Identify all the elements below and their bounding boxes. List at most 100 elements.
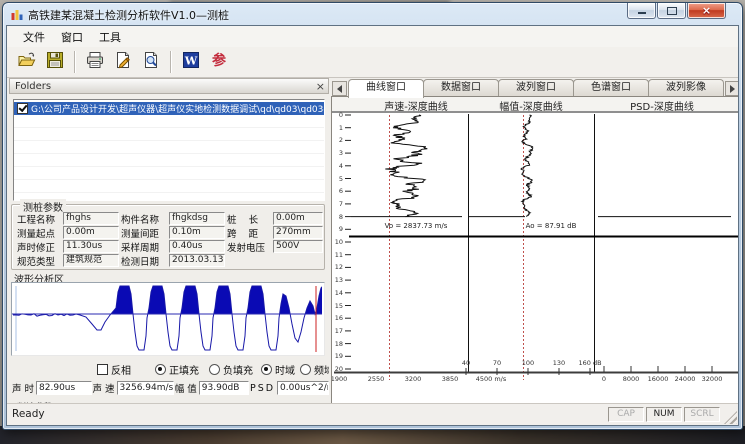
- minimize-icon: [638, 12, 646, 14]
- y-axis-label: 1: [332, 124, 343, 132]
- indicator-scrl: SCRL: [684, 407, 720, 422]
- param-field[interactable]: fhgkdsg: [169, 212, 225, 225]
- param-field[interactable]: 0.40us: [169, 240, 225, 253]
- param-field[interactable]: 11.30us: [63, 240, 119, 253]
- reading-label: 声 时: [12, 381, 34, 395]
- reading-label: 幅 值: [175, 381, 197, 395]
- folders-panel-title: Folders: [15, 81, 51, 92]
- print-icon: [85, 50, 105, 74]
- menu-item-1[interactable]: 窗口: [53, 27, 91, 47]
- maximize-button[interactable]: [657, 3, 686, 19]
- tab-2[interactable]: 波列窗口: [498, 79, 574, 96]
- tab-scroll-left-button[interactable]: [332, 81, 347, 96]
- svg-text:参: 参: [212, 52, 227, 69]
- param-field[interactable]: 2013.03.13: [169, 254, 225, 267]
- minimize-button[interactable]: [627, 3, 656, 19]
- folders-list[interactable]: G:\公司产品设计开发\超声仪器\超声仪实地检测数据调试\qd\qd03\qd0…: [13, 99, 325, 201]
- param-field[interactable]: 0.00m: [63, 226, 119, 239]
- radio-time-domain[interactable]: 时域: [261, 362, 295, 377]
- x-axis-label: 16000: [648, 375, 669, 383]
- pile-params-groupbox: 测桩参数 工程名称fhghs构件名称fhgkdsg桩 长0.00m测量起点0.0…: [11, 204, 325, 270]
- chart-panel: 曲线窗口数据窗口波列窗口色谱窗口波列影像 声速-深度曲线幅值-深度曲线PSD-深…: [331, 78, 739, 408]
- print-preview-button[interactable]: [137, 48, 165, 76]
- word-export-icon: W: [181, 50, 201, 74]
- save-button[interactable]: [41, 48, 69, 76]
- invert-checkbox[interactable]: 反相: [97, 362, 131, 377]
- radio-fill-positive[interactable]: 正填充: [155, 362, 199, 377]
- statusbar: Ready CAPNUMSCRL: [7, 403, 738, 425]
- menu-item-0[interactable]: 文件: [15, 27, 53, 47]
- y-axis-label: 19: [332, 352, 343, 360]
- waveform-canvas[interactable]: [11, 282, 325, 356]
- folder-checkbox[interactable]: [17, 103, 28, 114]
- x-axis-label: 24000: [675, 375, 696, 383]
- reading-field[interactable]: 93.90dB: [199, 381, 249, 395]
- pile-params-grid: 工程名称fhghs构件名称fhgkdsg桩 长0.00m测量起点0.00m测量间…: [17, 212, 323, 267]
- print-button[interactable]: [81, 48, 109, 76]
- chart-area[interactable]: 0123456789101112131415161718192019002550…: [332, 113, 739, 405]
- params-button[interactable]: 参: [205, 48, 233, 76]
- folders-panel-header[interactable]: Folders ×: [9, 78, 329, 94]
- folder-list-item[interactable]: G:\公司产品设计开发\超声仪器\超声仪实地检测数据调试\qd\qd03\qd0…: [14, 102, 324, 115]
- x-axis-label: 130: [553, 359, 565, 367]
- fill-negative-label: 负填充: [223, 362, 253, 377]
- param-label: 采样周期: [121, 240, 167, 254]
- y-axis-label: 20: [332, 365, 343, 373]
- reading-field[interactable]: 82.90us: [36, 381, 91, 395]
- y-axis-label: 18: [332, 340, 343, 348]
- tab-scroll-right-button[interactable]: [725, 81, 739, 96]
- word-export-button[interactable]: W: [177, 48, 205, 76]
- close-button[interactable]: ×: [687, 3, 726, 19]
- chart-title-0: 声速-深度曲线: [384, 98, 448, 113]
- tab-0[interactable]: 曲线窗口: [348, 79, 424, 98]
- status-text: Ready: [12, 408, 45, 420]
- toolbar-separator: [170, 51, 172, 73]
- reading-label: 声 速: [93, 381, 115, 395]
- y-axis-label: 4: [332, 162, 343, 170]
- menu-item-2[interactable]: 工具: [91, 27, 129, 47]
- indicator-cap: CAP: [608, 407, 644, 422]
- param-field[interactable]: fhghs: [63, 212, 119, 225]
- tabs: 曲线窗口数据窗口波列窗口色谱窗口波列影像: [348, 79, 723, 96]
- y-axis-label: 8: [332, 213, 343, 221]
- radio-icon: [155, 364, 166, 375]
- param-field[interactable]: 500V: [273, 240, 323, 253]
- tab-3[interactable]: 色谱窗口: [573, 79, 649, 96]
- list-divider: [14, 141, 324, 154]
- x-axis-label: 1900: [331, 375, 347, 383]
- param-field[interactable]: 建筑规范: [63, 254, 119, 267]
- param-field[interactable]: 270mm: [273, 226, 323, 239]
- checkbox-icon: [97, 364, 108, 375]
- radio-freq-domain[interactable]: 频域: [300, 362, 329, 377]
- menubar: 文件窗口工具: [7, 26, 738, 48]
- radio-icon: [209, 364, 220, 375]
- tab-1[interactable]: 数据窗口: [423, 79, 499, 96]
- annotation-v0: Vo = 2837.73 m/s: [385, 222, 448, 230]
- x-axis-label: 70: [493, 359, 501, 367]
- tab-4[interactable]: 波列影像: [648, 79, 724, 96]
- radio-fill-negative[interactable]: 负填充: [209, 362, 253, 377]
- resize-grip[interactable]: [724, 411, 737, 424]
- reading-field[interactable]: 0.00us^2/m: [277, 381, 329, 395]
- reading-field[interactable]: 3256.94m/s: [117, 381, 174, 395]
- right-arrow-icon: [730, 85, 735, 93]
- left-arrow-icon: [337, 85, 342, 93]
- x-axis-label: 32000: [702, 375, 723, 383]
- invert-label: 反相: [111, 362, 131, 377]
- open-folder-button[interactable]: [13, 48, 41, 76]
- param-field[interactable]: 0.00m: [273, 212, 323, 225]
- page-edit-button[interactable]: [109, 48, 137, 76]
- readings-row: 声 时82.90us声 速3256.94m/s幅 值93.90dBPSD0.00…: [11, 380, 329, 396]
- param-field[interactable]: 0.10m: [169, 226, 225, 239]
- param-label: 桩 长: [227, 212, 271, 226]
- params-icon: 参: [209, 50, 229, 74]
- y-axis-label: 0: [332, 111, 343, 119]
- titlebar[interactable]: 高铁建某混凝土检测分析软件V1.0—测桩 ×: [3, 3, 742, 25]
- annotation-a0: Ao = 87.91 dB: [526, 222, 577, 230]
- panel-close-icon[interactable]: ×: [316, 79, 325, 94]
- x-axis-label: 2550: [368, 375, 385, 383]
- param-label: 工程名称: [17, 212, 61, 226]
- list-divider: [14, 154, 324, 167]
- x-axis-label: 40: [462, 359, 470, 367]
- param-label: 声时修正: [17, 240, 61, 254]
